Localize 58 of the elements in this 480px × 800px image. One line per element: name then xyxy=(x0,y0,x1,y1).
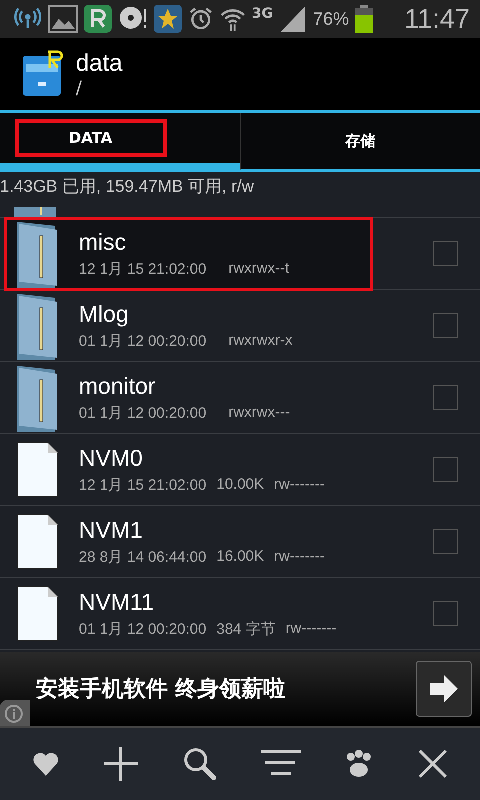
ad-banner[interactable]: 安装手机软件 终身领薪啦 xyxy=(0,652,480,728)
heart-icon[interactable] xyxy=(32,750,60,778)
folder-icon xyxy=(17,292,59,360)
cabinet-icon xyxy=(22,50,64,98)
clock: 11:47 xyxy=(404,4,470,34)
document-icon xyxy=(17,514,59,570)
arrow-button[interactable] xyxy=(416,661,472,717)
close-icon[interactable] xyxy=(418,749,448,779)
file-row[interactable]: Mlog 01 1月 12 00:20:00 rwxrwxr-x xyxy=(0,290,480,362)
battery-icon xyxy=(355,5,374,33)
folder-icon xyxy=(17,364,59,432)
file-date: 01 1月 12 00:20:00 xyxy=(79,332,207,350)
file-date: 12 1月 15 21:02:00 xyxy=(79,476,207,494)
file-permissions: rwxrwx--t xyxy=(228,260,290,278)
file-size: 16.00K xyxy=(216,548,264,566)
checkbox[interactable] xyxy=(433,385,458,410)
file-permissions: rw------- xyxy=(274,476,325,494)
file-date: 01 1月 12 00:20:00 xyxy=(79,620,207,638)
document-icon xyxy=(17,442,59,498)
file-size: 384 字节 xyxy=(216,620,276,638)
checkbox[interactable] xyxy=(433,313,458,338)
ad-text: 安装手机软件 终身领薪啦 xyxy=(36,676,286,704)
checkbox[interactable] xyxy=(433,601,458,626)
file-name: monitor xyxy=(79,372,157,400)
document-icon xyxy=(17,586,59,642)
folder-title: data xyxy=(76,50,123,78)
file-permissions: rwxrwxr-x xyxy=(228,332,293,350)
file-name: NVM11 xyxy=(79,588,155,616)
checkbox[interactable] xyxy=(433,241,458,266)
folder-icon xyxy=(14,207,56,217)
network-label: 3G xyxy=(252,6,274,22)
file-date: 12 1月 15 21:02:00 xyxy=(79,260,207,278)
file-name: Mlog xyxy=(79,300,130,328)
file-permissions: rw------- xyxy=(274,548,325,566)
file-row[interactable]: NVM0 12 1月 15 21:02:00 10.00K rw------- xyxy=(0,434,480,506)
file-date: 01 1月 12 00:20:00 xyxy=(79,404,207,422)
info-icon[interactable] xyxy=(0,700,30,726)
folder-icon xyxy=(17,220,59,288)
checkbox[interactable] xyxy=(433,457,458,482)
file-row[interactable]: NVM11 01 1月 12 00:20:00 384 字节 rw------- xyxy=(0,578,480,650)
image-icon xyxy=(48,5,78,33)
signal-icon xyxy=(279,5,308,33)
file-row[interactable]: monitor 01 1月 12 00:20:00 rwxrwx--- xyxy=(0,362,480,434)
file-permissions: rw------- xyxy=(286,620,337,638)
file-name: NVM1 xyxy=(79,516,144,544)
file-name: misc xyxy=(79,228,128,256)
battery-percent: 76% xyxy=(313,8,350,30)
file-permissions: rwxrwx--- xyxy=(228,404,290,422)
plus-icon[interactable] xyxy=(103,746,140,782)
file-size: 10.00K xyxy=(216,476,264,494)
app-r-icon xyxy=(84,5,112,33)
alarm-icon xyxy=(188,6,214,32)
search-icon[interactable] xyxy=(183,747,218,781)
file-row[interactable]: NVM1 28 8月 14 06:44:00 16.00K rw------- xyxy=(0,506,480,578)
folder-path: / xyxy=(76,78,84,98)
checkbox[interactable] xyxy=(433,529,458,554)
file-name: NVM0 xyxy=(79,444,144,472)
file-date: 28 8月 14 06:44:00 xyxy=(79,548,207,566)
